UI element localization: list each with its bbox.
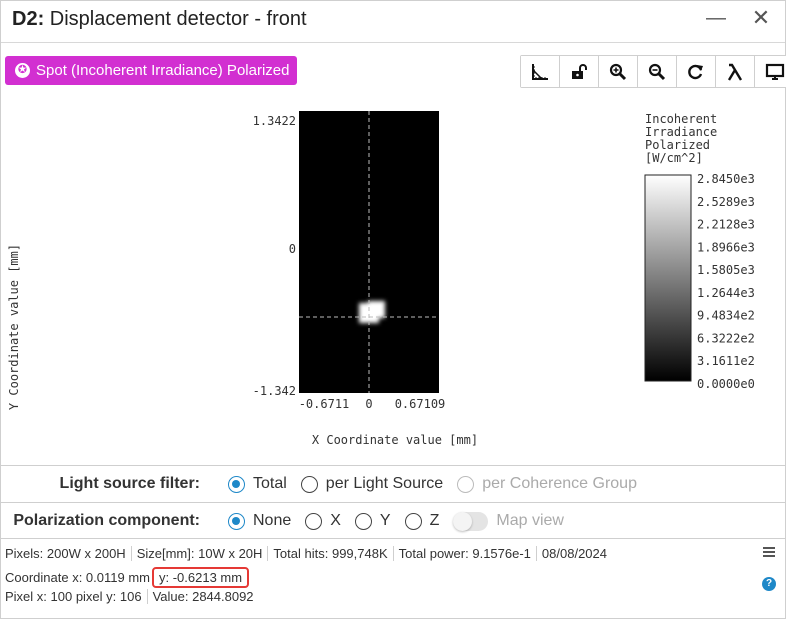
light-source-filter-label: Light source filter: — [59, 475, 200, 492]
colorbar-tick-label: 2.2128e3 — [697, 218, 755, 232]
title-bar: D2: Displacement detector - front — ✕ — [1, 1, 785, 43]
option-x[interactable]: X — [305, 512, 341, 530]
zoom-in-button[interactable] — [599, 56, 638, 87]
x-tick-label: -0.6711 — [299, 397, 350, 411]
pixel-value: Value: 2844.8092 — [146, 589, 259, 604]
close-button[interactable]: ✕ — [748, 7, 774, 31]
refresh-button[interactable] — [677, 56, 716, 87]
coordinate-readout: Coordinate x: 0.0119 mm y: -0.6213 mm — [5, 567, 250, 588]
status-summary: Pixels: 200W x 200H Size[mm]: 10W x 20H … — [5, 546, 612, 561]
radio-none[interactable] — [228, 512, 245, 530]
power-info: Total power: 9.1576e-1 — [392, 546, 536, 561]
zoom-in-icon — [609, 63, 627, 80]
pixel-xy: Pixel x: 100 pixel y: 106 — [5, 589, 142, 604]
pixels-info: Pixels: 200W x 200H — [5, 546, 126, 561]
unlock-button[interactable] — [560, 56, 599, 87]
spot-plot: Y Coordinate value [mm] 1.3422 0 -1.342 … — [1, 97, 785, 465]
minimize-button[interactable]: — — [703, 7, 729, 31]
x-tick-label: 0 — [365, 397, 372, 411]
colorbar-tick-label: 2.5289e3 — [697, 195, 755, 209]
colorbar-tick-label: 1.2644e3 — [697, 286, 755, 300]
radio-y[interactable] — [354, 512, 372, 530]
radio-per-coherence-group — [457, 475, 475, 493]
colorbar-ticks: 2.8450e3 2.5289e3 2.2128e3 1.8966e3 1.5805e3… — [697, 172, 755, 391]
y-tick-label: 1.3422 — [253, 114, 296, 128]
polarization-label: Polarization component: — [13, 512, 200, 529]
colorbar-tick-label: 6.3222e2 — [697, 331, 755, 345]
coordinate-y-highlighted: y: -0.6213 mm — [152, 567, 250, 588]
option-per-light-source[interactable]: per Light Source — [300, 475, 443, 493]
colorbar-title-line: Irradiance — [645, 125, 717, 139]
radio-x[interactable] — [305, 512, 323, 530]
plot-toolbar — [520, 55, 786, 88]
colorbar-tick-label: 3.1611e2 — [697, 354, 755, 368]
colorbar-title-line: Incoherent — [645, 112, 717, 126]
x-axis-label: X Coordinate value [mm] — [312, 433, 478, 447]
hits-info: Total hits: 999,748K — [267, 546, 392, 561]
option-total[interactable]: Total — [228, 475, 287, 493]
ruler-button[interactable] — [521, 56, 560, 87]
menu-icon[interactable] — [763, 547, 775, 557]
map-view-toggle-group[interactable]: Map view — [453, 511, 564, 531]
option-y[interactable]: Y — [354, 512, 391, 530]
map-view-toggle[interactable] — [453, 511, 489, 531]
option-z[interactable]: Z — [404, 512, 439, 530]
lambda-icon — [727, 63, 743, 81]
option-none[interactable]: None — [228, 512, 291, 530]
light-source-filter-row: Light source filter: Total per Light Sou… — [1, 465, 785, 502]
date-info: 08/08/2024 — [535, 546, 612, 561]
colorbar-title-line: Polarized — [645, 138, 710, 152]
y-tick-label: 0 — [289, 242, 296, 256]
display-button[interactable] — [755, 56, 786, 87]
refresh-icon — [688, 64, 703, 79]
spot-plot-svg: Y Coordinate value [mm] 1.3422 0 -1.342 … — [7, 111, 755, 447]
radio-z[interactable] — [404, 512, 422, 530]
ruler-icon — [532, 63, 548, 80]
radio-total[interactable] — [228, 475, 245, 493]
colorbar-tick-label: 1.5805e3 — [697, 263, 755, 277]
option-per-coherence-group: per Coherence Group — [457, 475, 637, 493]
spot-type-button[interactable]: ✪ Spot (Incoherent Irradiance) Polarized — [5, 56, 298, 85]
coordinate-x: Coordinate x: 0.0119 mm — [5, 570, 150, 585]
unlock-icon — [572, 63, 587, 79]
y-tick-label: -1.342 — [253, 384, 296, 398]
help-icon[interactable]: ? — [762, 577, 776, 591]
size-info: Size[mm]: 10W x 20H — [130, 546, 268, 561]
zoom-out-button[interactable] — [638, 56, 677, 87]
zoom-out-icon — [648, 63, 666, 80]
colorbar-tick-label: 2.8450e3 — [697, 172, 755, 186]
status-panel: Pixels: 200W x 200H Size[mm]: 10W x 20H … — [1, 538, 785, 619]
wavelength-button[interactable] — [716, 56, 755, 87]
colorbar-tick-label: 9.4834e2 — [697, 309, 755, 323]
detector-window: D2: Displacement detector - front — ✕ ✪ … — [0, 0, 786, 619]
radio-per-light-source[interactable] — [300, 475, 318, 493]
monitor-icon — [765, 63, 784, 80]
y-axis-label: Y Coordinate value [mm] — [7, 244, 21, 410]
pixel-readout: Pixel x: 100 pixel y: 106 Value: 2844.80… — [5, 589, 259, 604]
colorbar-tick-label: 1.8966e3 — [697, 240, 755, 254]
x-tick-label: 0.67109 — [395, 397, 446, 411]
colorbar-tick-label: 0.0000e0 — [697, 377, 755, 391]
polarization-row: Polarization component: None X Y Z Map v… — [1, 502, 785, 539]
window-title: D2: Displacement detector - front — [12, 8, 307, 30]
colorbar-title-line: [W/cm^2] — [645, 151, 703, 165]
colorbar — [644, 174, 692, 382]
star-icon: ✪ — [15, 63, 30, 78]
